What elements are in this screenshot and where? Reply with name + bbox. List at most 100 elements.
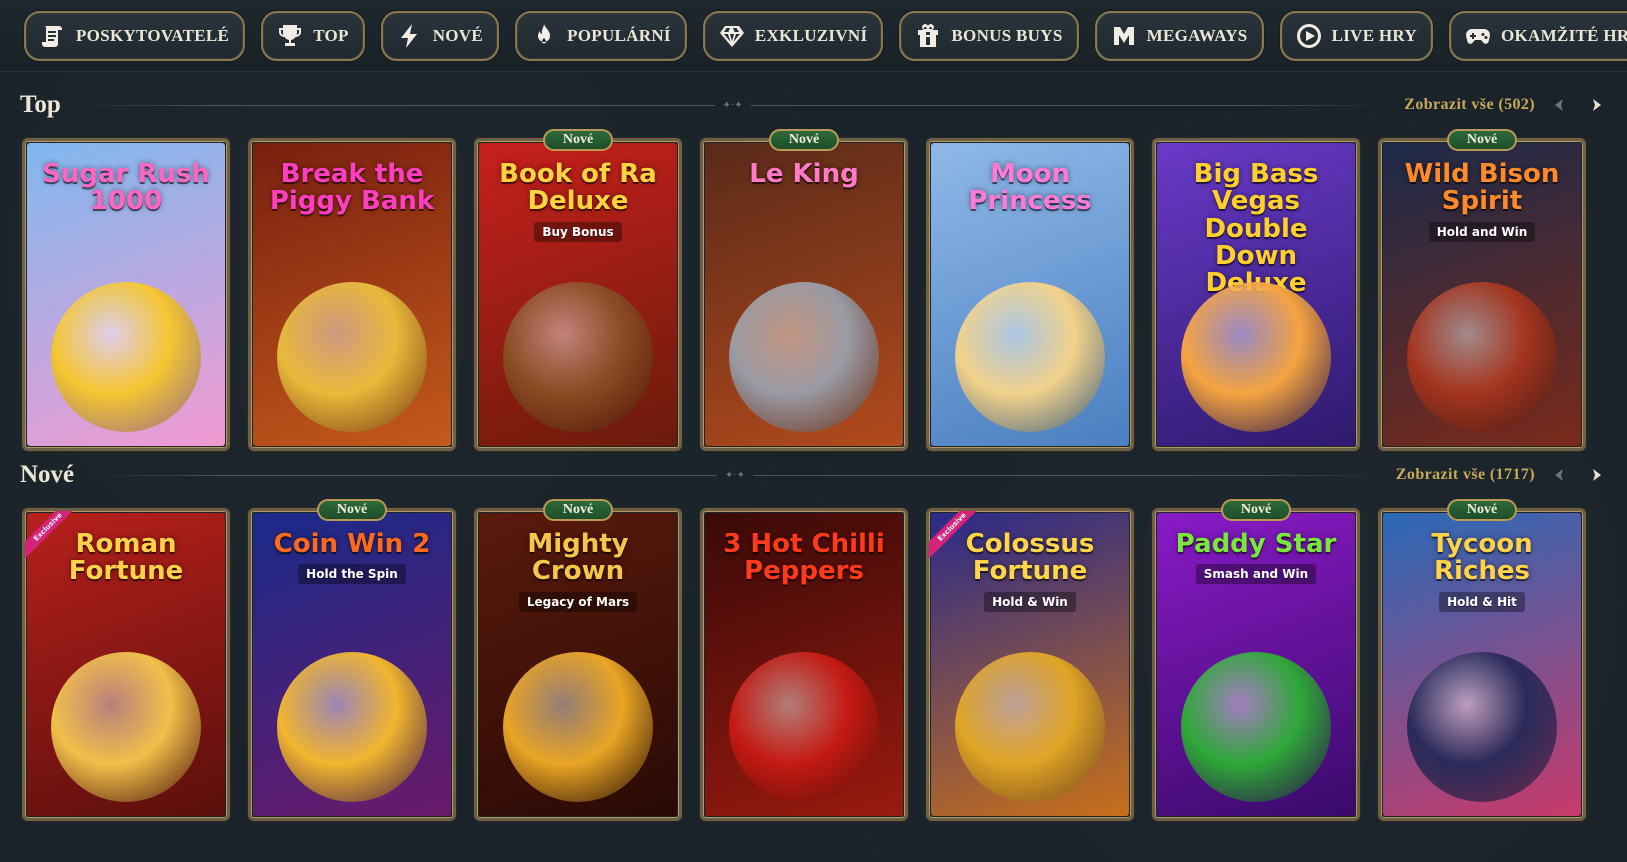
category-label: Poskytovatelé <box>76 25 230 45</box>
section-header: Top ✦·✦ Zobrazit vše (502) <box>20 88 1607 122</box>
lightning-icon <box>395 21 425 51</box>
scroll-icon <box>38 21 68 51</box>
game-title: Paddy Star <box>1175 529 1337 559</box>
game-title: Moon Princess <box>968 159 1092 217</box>
game-card[interactable]: Colossus Fortune Hold & Win Exclusive <box>926 508 1134 821</box>
game-thumbnail: Coin Win 2 Hold the Spin <box>253 513 451 816</box>
game-character-figure <box>1181 652 1331 802</box>
game-subtitle: Hold the Spin <box>298 564 406 585</box>
game-grid: Sugar Rush 1000 Break the Piggy Bank Book … <box>22 129 1586 451</box>
game-card[interactable]: Sugar Rush 1000 <box>22 138 230 451</box>
game-character-figure <box>1407 652 1557 802</box>
category-button-5[interactable]: Exkluzivní <box>702 10 884 61</box>
game-thumbnail: Mighty Crown Legacy of Mars <box>479 513 677 816</box>
game-card[interactable]: Book of Ra Deluxe Buy Bonus Nové <box>474 129 682 451</box>
game-title: Break the Piggy Bank <box>269 159 435 217</box>
game-title: Tycoon Riches <box>1431 529 1533 587</box>
game-card[interactable]: Coin Win 2 Hold the Spin Nové <box>248 499 456 821</box>
game-card[interactable]: 3 Hot Chilli Peppers <box>700 508 908 821</box>
game-thumbnail: Sugar Rush 1000 <box>27 143 225 446</box>
game-card[interactable]: Break the Piggy Bank <box>248 138 456 451</box>
game-character-figure <box>277 652 427 802</box>
game-thumbnail: Le King <box>705 143 903 446</box>
game-subtitle: Hold and Win <box>1428 221 1536 242</box>
game-character-figure <box>955 652 1105 802</box>
diamond-icon <box>717 21 747 51</box>
game-title: Le King <box>749 159 859 189</box>
game-character-figure <box>1181 282 1331 432</box>
game-character-figure <box>51 282 201 432</box>
category-label: Top <box>313 25 349 45</box>
game-subtitle: Hold & Hit <box>1439 591 1525 612</box>
new-badge: Nové <box>1221 499 1291 521</box>
trophy-icon <box>275 21 305 51</box>
view-all-link[interactable]: Zobrazit vše (1717) <box>1396 466 1535 484</box>
new-badge: Nové <box>317 499 387 521</box>
game-character-figure <box>503 652 653 802</box>
game-thumbnail: 3 Hot Chilli Peppers <box>705 513 903 816</box>
category-label: Exkluzivní <box>754 25 868 45</box>
game-character-figure <box>51 652 201 802</box>
exclusive-label: Exclusive <box>25 511 83 562</box>
game-thumbnail: Paddy Star Smash and Win <box>1157 513 1355 816</box>
game-character-figure <box>503 282 653 432</box>
game-card[interactable]: Roman Fortune Exclusive <box>22 508 230 821</box>
category-label: Nové <box>432 25 484 45</box>
game-title: Coin Win 2 <box>273 529 431 559</box>
category-button-8[interactable]: Live hry <box>1279 10 1433 61</box>
category-label: Live hry <box>1331 25 1417 45</box>
game-character-figure <box>729 282 879 432</box>
exclusive-label: Exclusive <box>929 511 987 562</box>
category-button-6[interactable]: Bonus Buys <box>899 10 1079 61</box>
game-subtitle: Buy Bonus <box>534 221 622 242</box>
game-title: Sugar Rush 1000 <box>42 159 210 217</box>
new-badge: Nové <box>769 129 839 151</box>
game-subtitle: Smash and Win <box>1195 564 1317 585</box>
game-card[interactable]: Le King Nové <box>700 129 908 451</box>
game-card[interactable]: Wild Bison Spirit Hold and Win Nové <box>1378 129 1586 451</box>
game-character-figure <box>1407 282 1557 432</box>
category-button-2[interactable]: Top <box>261 10 365 61</box>
section-header: Nové ✦·✦ Zobrazit vše (1717) <box>20 458 1607 492</box>
category-button-9[interactable]: Okamžité hry <box>1448 10 1627 61</box>
game-card[interactable]: Mighty Crown Legacy of Mars Nové <box>474 499 682 821</box>
gift-icon <box>913 21 943 51</box>
category-button-3[interactable]: Nové <box>380 10 500 61</box>
game-thumbnail: Big Bass Vegas Double Down Deluxe <box>1157 143 1355 446</box>
category-label: Populární <box>567 25 671 45</box>
game-character-figure <box>955 282 1105 432</box>
view-all-link[interactable]: Zobrazit vše (502) <box>1404 96 1535 114</box>
game-thumbnail: Break the Piggy Bank <box>253 143 451 446</box>
category-bar: Poskytovatelé Top Nové Populární Exkluzivní B… <box>0 0 1627 72</box>
section-title: Top <box>20 91 61 118</box>
new-badge: Nové <box>543 129 613 151</box>
game-character-figure <box>277 282 427 432</box>
category-button-4[interactable]: Populární <box>515 10 687 61</box>
category-label: Okamžité hry <box>1500 25 1627 45</box>
play-circle-icon <box>1294 21 1324 51</box>
game-thumbnail: Wild Bison Spirit Hold and Win <box>1383 143 1581 446</box>
game-card[interactable]: Moon Princess <box>926 138 1134 451</box>
category-label: Megaways <box>1146 25 1248 45</box>
exclusive-ribbon: Exclusive <box>929 511 989 571</box>
category-button-7[interactable]: Megaways <box>1094 10 1264 61</box>
exclusive-ribbon: Exclusive <box>25 511 85 571</box>
game-thumbnail: Book of Ra Deluxe Buy Bonus <box>479 143 677 446</box>
next-arrow-icon[interactable] <box>1585 94 1607 116</box>
megaways-icon <box>1109 21 1139 51</box>
section-divider: ✦·✦ <box>90 469 1380 481</box>
game-thumbnail: Tycoon Riches Hold & Hit <box>1383 513 1581 816</box>
game-card[interactable]: Tycoon Riches Hold & Hit Nové <box>1378 499 1586 821</box>
prev-arrow-icon[interactable] <box>1549 94 1571 116</box>
new-badge: Nové <box>543 499 613 521</box>
game-card[interactable]: Big Bass Vegas Double Down Deluxe <box>1152 138 1360 451</box>
game-thumbnail: Moon Princess <box>931 143 1129 446</box>
category-button-1[interactable]: Poskytovatelé <box>24 10 246 61</box>
next-arrow-icon[interactable] <box>1585 464 1607 486</box>
prev-arrow-icon[interactable] <box>1549 464 1571 486</box>
new-badge: Nové <box>1447 499 1517 521</box>
game-title: 3 Hot Chilli Peppers <box>723 529 885 587</box>
game-title: Wild Bison Spirit <box>1404 159 1560 217</box>
game-title: Big Bass Vegas Double Down Deluxe <box>1193 159 1319 297</box>
game-card[interactable]: Paddy Star Smash and Win Nové <box>1152 499 1360 821</box>
